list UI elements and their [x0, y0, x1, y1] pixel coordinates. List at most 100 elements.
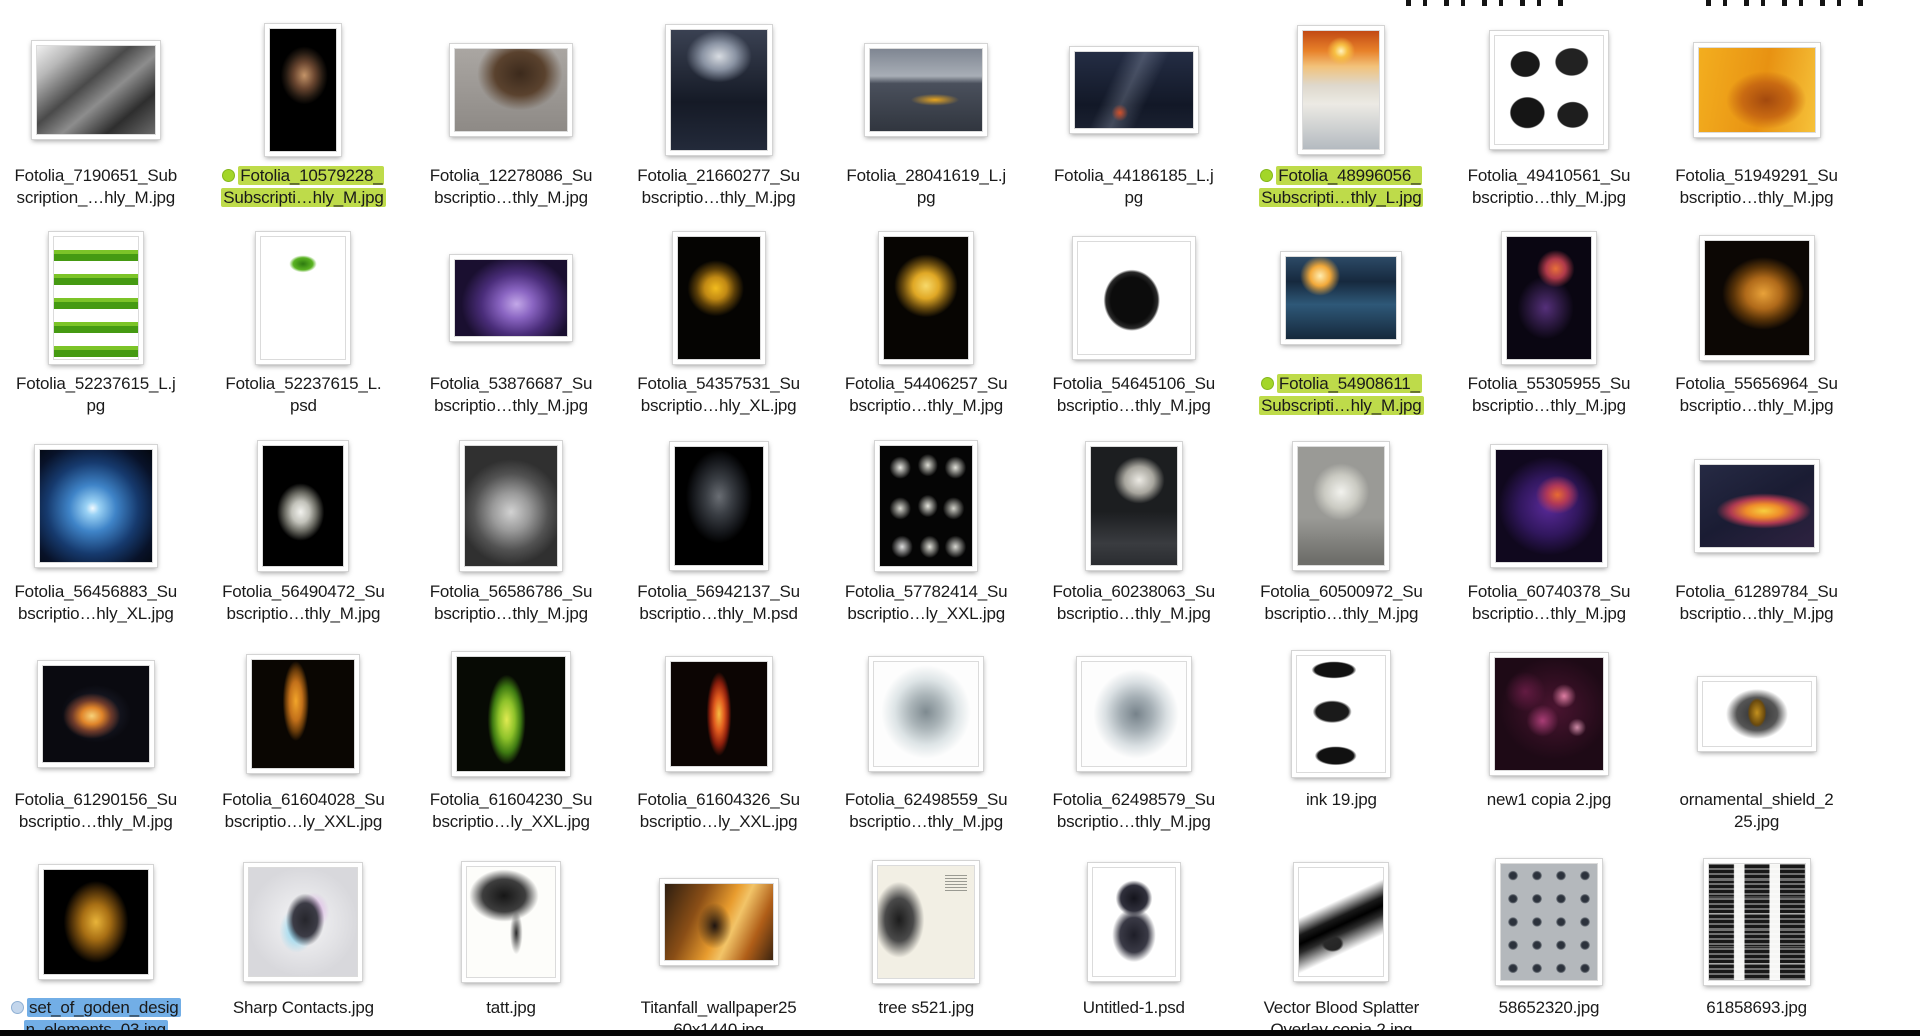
thumbnail-frame[interactable] — [869, 657, 984, 771]
thumbnail-frame[interactable] — [247, 655, 360, 773]
file-label[interactable]: Fotolia_61289784_Su bscriptio…thly_M.jpg — [1673, 581, 1840, 625]
file-label[interactable]: Fotolia_10579228_ Subscripti…hly_M.jpg — [221, 165, 386, 209]
thumbnail-frame[interactable] — [659, 879, 778, 965]
thumbnail-frame[interactable] — [1703, 859, 1810, 985]
file-item[interactable]: Fotolia_54357531_Su bscriptio…hly_XL.jpg — [615, 226, 823, 434]
file-item[interactable]: Fotolia_60238063_Su bscriptio…thly_M.jpg — [1030, 434, 1238, 642]
file-label[interactable]: Fotolia_56456883_Su bscriptio…hly_XL.jpg — [13, 581, 180, 625]
thumbnail-frame[interactable] — [244, 863, 363, 981]
file-item[interactable]: new1 copia 2.jpg — [1445, 642, 1653, 850]
file-item[interactable]: Fotolia_60740378_Su bscriptio…thly_M.jpg — [1445, 434, 1653, 642]
file-label[interactable]: Fotolia_55305955_Su bscriptio…thly_M.jpg — [1466, 373, 1633, 417]
file-label[interactable]: Fotolia_62498579_Su bscriptio…thly_M.jpg — [1050, 789, 1217, 833]
file-label[interactable]: Fotolia_52237615_L. psd — [223, 373, 383, 417]
file-label[interactable]: Fotolia_48996056_ Subscripti…thly_L.jpg — [1259, 165, 1424, 209]
thumbnail-frame[interactable] — [459, 441, 562, 571]
thumbnail-frame[interactable] — [1069, 47, 1198, 133]
file-item[interactable]: Fotolia_51949291_Su bscriptio…thly_M.jpg — [1653, 18, 1861, 226]
thumbnail-frame[interactable] — [34, 445, 157, 567]
file-item[interactable]: Fotolia_49410561_Su bscriptio…thly_M.jpg — [1445, 18, 1653, 226]
file-item[interactable]: Fotolia_62498559_Su bscriptio…thly_M.jpg — [822, 642, 1030, 850]
file-item[interactable]: Fotolia_56490472_Su bscriptio…thly_M.jpg — [200, 434, 408, 642]
file-item[interactable]: Fotolia_56942137_Su bscriptio…thly_M.psd — [615, 434, 823, 642]
file-label[interactable]: 58652320.jpg — [1497, 997, 1602, 1019]
thumbnail-frame[interactable] — [256, 232, 351, 364]
thumbnail-frame[interactable] — [1694, 460, 1819, 552]
thumbnail-frame[interactable] — [1298, 26, 1385, 154]
file-item[interactable]: Sharp Contacts.jpg — [200, 850, 408, 1036]
file-item[interactable]: Untitled-1.psd — [1030, 850, 1238, 1036]
file-label[interactable]: Untitled-1.psd — [1081, 997, 1187, 1019]
file-label[interactable]: Fotolia_54357531_Su bscriptio…hly_XL.jpg — [635, 373, 802, 417]
file-item[interactable]: Fotolia_44186185_L.j pg — [1030, 18, 1238, 226]
file-item[interactable]: Fotolia_54645106_Su bscriptio…thly_M.jpg — [1030, 226, 1238, 434]
file-label[interactable]: Fotolia_21660277_Su bscriptio…thly_M.jpg — [635, 165, 802, 209]
thumbnail-frame[interactable] — [1281, 252, 1402, 344]
file-label[interactable]: Fotolia_61604028_Su bscriptio…ly_XXL.jpg — [220, 789, 387, 833]
file-label[interactable]: Fotolia_44186185_L.j pg — [1052, 165, 1216, 209]
thumbnail-frame[interactable] — [1076, 657, 1191, 771]
file-item[interactable]: tree s521.jpg — [822, 850, 1030, 1036]
file-label[interactable]: Fotolia_60238063_Su bscriptio…thly_M.jpg — [1050, 581, 1217, 625]
thumbnail-frame[interactable] — [1294, 863, 1389, 981]
file-label[interactable]: Fotolia_56942137_Su bscriptio…thly_M.psd — [635, 581, 802, 625]
file-label[interactable]: Fotolia_54406257_Su bscriptio…thly_M.jpg — [843, 373, 1010, 417]
file-label[interactable]: Fotolia_49410561_Su bscriptio…thly_M.jpg — [1466, 165, 1633, 209]
file-label[interactable]: tree s521.jpg — [876, 997, 976, 1019]
file-item[interactable]: tatt.jpg — [407, 850, 615, 1036]
thumbnail-frame[interactable] — [451, 652, 570, 776]
file-item[interactable]: Fotolia_7190651_Sub scription_…hly_M.jpg — [0, 18, 200, 226]
file-label[interactable]: ink 19.jpg — [1304, 789, 1379, 811]
file-label[interactable]: Fotolia_54645106_Su bscriptio…thly_M.jpg — [1050, 373, 1217, 417]
file-item[interactable]: 58652320.jpg — [1445, 850, 1653, 1036]
file-item[interactable]: Fotolia_52237615_L. psd — [200, 226, 408, 434]
thumbnail-frame[interactable] — [31, 41, 160, 139]
thumbnail-frame[interactable] — [449, 44, 572, 136]
thumbnail-frame[interactable] — [1293, 442, 1390, 570]
thumbnail-frame[interactable] — [669, 442, 768, 570]
thumbnail-frame[interactable] — [1292, 651, 1391, 777]
file-item[interactable]: ink 19.jpg — [1238, 642, 1446, 850]
file-item[interactable]: Fotolia_28041619_L.j pg — [822, 18, 1030, 226]
file-label[interactable]: Fotolia_61290156_Su bscriptio…thly_M.jpg — [13, 789, 180, 833]
thumbnail-frame[interactable] — [38, 865, 153, 979]
thumbnail-frame[interactable] — [1693, 43, 1820, 137]
thumbnail-frame[interactable] — [873, 861, 980, 983]
thumbnail-frame[interactable] — [1495, 859, 1602, 985]
file-item[interactable]: Fotolia_61604326_Su bscriptio…ly_XXL.jpg — [615, 642, 823, 850]
thumbnail-frame[interactable] — [1072, 237, 1195, 359]
file-item[interactable]: Fotolia_21660277_Su bscriptio…thly_M.jpg — [615, 18, 823, 226]
file-item[interactable]: 61858693.jpg — [1653, 850, 1861, 1036]
file-label[interactable]: tatt.jpg — [484, 997, 537, 1019]
thumbnail-frame[interactable] — [1489, 653, 1608, 775]
thumbnail-frame[interactable] — [1697, 677, 1816, 751]
file-item[interactable]: Fotolia_56586786_Su bscriptio…thly_M.jpg — [407, 434, 615, 642]
file-label[interactable]: Fotolia_55656964_Su bscriptio…thly_M.jpg — [1673, 373, 1840, 417]
file-item[interactable]: Fotolia_61604028_Su bscriptio…ly_XXL.jpg — [200, 642, 408, 850]
file-item[interactable]: set_of_goden_desig n_elements_03.jpg — [0, 850, 200, 1036]
thumbnail-frame[interactable] — [672, 232, 765, 364]
file-label[interactable]: Sharp Contacts.jpg — [231, 997, 376, 1019]
thumbnail-frame[interactable] — [37, 661, 154, 767]
file-item[interactable]: Fotolia_10579228_ Subscripti…hly_M.jpg — [200, 18, 408, 226]
file-label[interactable]: Fotolia_56586786_Su bscriptio…thly_M.jpg — [428, 581, 595, 625]
thumbnail-frame[interactable] — [865, 44, 988, 136]
file-label[interactable]: Fotolia_62498559_Su bscriptio…thly_M.jpg — [843, 789, 1010, 833]
thumbnail-frame[interactable] — [875, 441, 978, 571]
file-label[interactable]: ornamental_shield_2 25.jpg — [1678, 789, 1836, 833]
file-label[interactable]: 61858693.jpg — [1704, 997, 1809, 1019]
thumbnail-frame[interactable] — [1501, 232, 1596, 364]
file-item[interactable]: Fotolia_55305955_Su bscriptio…thly_M.jpg — [1445, 226, 1653, 434]
file-item[interactable]: Fotolia_60500972_Su bscriptio…thly_M.jpg — [1238, 434, 1446, 642]
file-label[interactable]: Fotolia_12278086_Su bscriptio…thly_M.jpg — [428, 165, 595, 209]
thumbnail-frame[interactable] — [1699, 236, 1814, 360]
file-item[interactable]: Fotolia_61289784_Su bscriptio…thly_M.jpg — [1653, 434, 1861, 642]
thumbnail-frame[interactable] — [461, 862, 560, 982]
thumbnail-frame[interactable] — [879, 232, 974, 364]
thumbnail-frame[interactable] — [1490, 445, 1607, 567]
thumbnail-frame[interactable] — [665, 25, 772, 155]
file-label[interactable]: Fotolia_54908611_ Subscripti…hly_M.jpg — [1259, 373, 1424, 417]
file-item[interactable]: Fotolia_53876687_Su bscriptio…thly_M.jpg — [407, 226, 615, 434]
file-item[interactable]: Fotolia_61604230_Su bscriptio…ly_XXL.jpg — [407, 642, 615, 850]
file-label[interactable]: Fotolia_61604230_Su bscriptio…ly_XXL.jpg — [428, 789, 595, 833]
